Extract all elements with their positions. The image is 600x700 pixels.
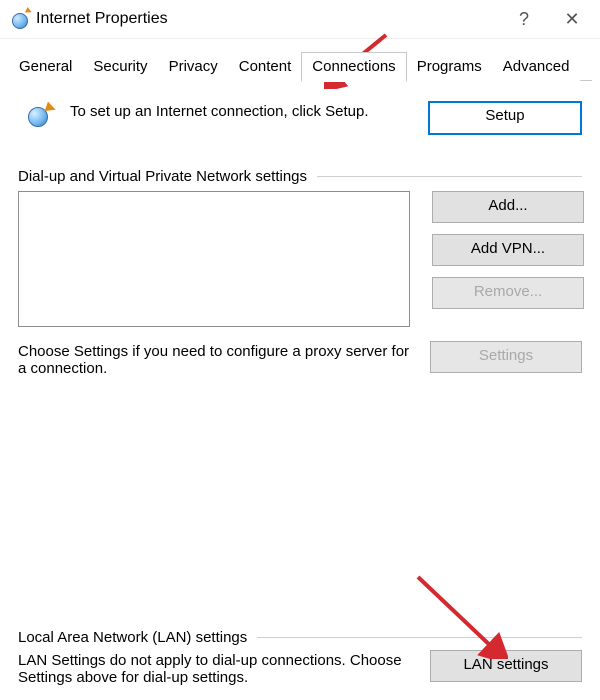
- lan-hint-text: LAN Settings do not apply to dial-up con…: [18, 652, 430, 686]
- add-button[interactable]: Add...: [432, 191, 584, 223]
- tab-connections[interactable]: Connections: [301, 52, 406, 82]
- close-button[interactable]: ✕: [548, 0, 596, 38]
- proxy-hint-text: Choose Settings if you need to configure…: [18, 343, 430, 377]
- tab-security[interactable]: Security: [82, 52, 158, 81]
- remove-button: Remove...: [432, 277, 584, 309]
- tab-privacy[interactable]: Privacy: [158, 52, 229, 81]
- title-bar: Internet Properties ? ✕: [0, 0, 600, 39]
- setup-row: To set up an Internet connection, click …: [18, 93, 582, 146]
- dialup-connections-listbox[interactable]: [18, 191, 410, 327]
- lan-group-label: Local Area Network (LAN) settings: [18, 629, 582, 646]
- group-separator: [257, 637, 582, 638]
- globe-arrow-icon: [24, 101, 58, 129]
- tab-strip: General Security Privacy Content Connect…: [0, 39, 600, 81]
- connection-settings-button: Settings: [430, 341, 582, 373]
- group-separator: [317, 176, 582, 177]
- proxy-hint-row: Choose Settings if you need to configure…: [18, 343, 582, 384]
- lan-settings-button[interactable]: LAN settings: [430, 650, 582, 682]
- tab-content[interactable]: Content: [228, 52, 303, 81]
- setup-instruction-text: To set up an Internet connection, click …: [66, 93, 428, 130]
- tab-programs[interactable]: Programs: [406, 52, 493, 81]
- dialup-row: Add... Add VPN... Remove...: [18, 191, 582, 327]
- lan-section: Local Area Network (LAN) settings LAN Se…: [18, 629, 582, 693]
- tab-general[interactable]: General: [8, 52, 83, 81]
- lan-group-text: Local Area Network (LAN) settings: [18, 629, 247, 646]
- tab-content-connections: To set up an Internet connection, click …: [0, 81, 600, 396]
- dialup-group-text: Dial-up and Virtual Private Network sett…: [18, 168, 307, 185]
- tab-advanced[interactable]: Advanced: [492, 52, 581, 81]
- dialup-group-label: Dial-up and Virtual Private Network sett…: [18, 168, 582, 185]
- dialup-button-column: Add... Add VPN... Remove...: [432, 191, 582, 327]
- add-vpn-button[interactable]: Add VPN...: [432, 234, 584, 266]
- lan-row: LAN Settings do not apply to dial-up con…: [18, 652, 582, 693]
- internet-options-icon: [10, 9, 30, 29]
- window-title: Internet Properties: [30, 10, 500, 28]
- help-button[interactable]: ?: [500, 0, 548, 38]
- setup-button[interactable]: Setup: [428, 101, 582, 135]
